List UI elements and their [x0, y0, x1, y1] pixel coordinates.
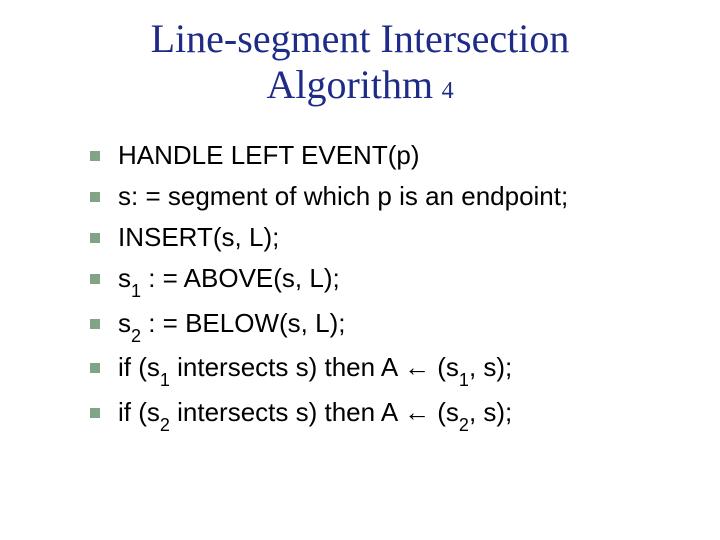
list-item: HANDLE LEFT EVENT(p): [90, 138, 700, 173]
title-line-2-main: Algorithm: [266, 62, 433, 107]
list-item: s1 : = ABOVE(s, L);: [90, 261, 700, 299]
bullet-text: s: = segment of which p is an endpoint;: [118, 179, 568, 214]
subscript: 2: [131, 326, 141, 346]
subscript: 2: [160, 415, 170, 435]
list-item: s2 : = BELOW(s, L);: [90, 306, 700, 344]
text-part: intersects s) then A: [170, 352, 404, 382]
bullet-text: INSERT(s, L);: [118, 220, 279, 255]
list-item: INSERT(s, L);: [90, 220, 700, 255]
text-part: if (s: [118, 397, 160, 427]
title-line-2-sub: 4: [442, 78, 454, 104]
subscript: 1: [160, 370, 170, 390]
title-line-1: Line-segment Intersection: [0, 16, 720, 62]
text-part: : = BELOW(s, L);: [141, 308, 345, 338]
list-item: if (s1 intersects s) then A ← (s1, s);: [90, 350, 700, 388]
text-part: , s);: [469, 397, 512, 427]
bullet-text: s2 : = BELOW(s, L);: [118, 306, 345, 344]
slide-title: Line-segment Intersection Algorithm 4: [0, 0, 720, 108]
text-part: (s: [430, 352, 459, 382]
square-bullet-icon: [90, 192, 100, 202]
bullet-list: HANDLE LEFT EVENT(p) s: = segment of whi…: [0, 108, 720, 433]
text-part: (s: [430, 397, 459, 427]
square-bullet-icon: [90, 274, 100, 284]
square-bullet-icon: [90, 319, 100, 329]
list-item: s: = segment of which p is an endpoint;: [90, 179, 700, 214]
text-part: if (s: [118, 352, 160, 382]
square-bullet-icon: [90, 363, 100, 373]
bullet-text: s1 : = ABOVE(s, L);: [118, 261, 340, 299]
bullet-text: HANDLE LEFT EVENT(p): [118, 138, 419, 173]
left-arrow-icon: ←: [404, 398, 430, 427]
list-item: if (s2 intersects s) then A ← (s2, s);: [90, 395, 700, 433]
text-part: : = ABOVE(s, L);: [141, 263, 340, 293]
left-arrow-icon: ←: [404, 353, 430, 382]
bullet-text: if (s1 intersects s) then A ← (s1, s);: [118, 350, 512, 388]
bullet-text: if (s2 intersects s) then A ← (s2, s);: [118, 395, 512, 433]
text-part: s: [118, 308, 131, 338]
square-bullet-icon: [90, 151, 100, 161]
subscript: 2: [459, 415, 469, 435]
text-part: intersects s) then A: [170, 397, 404, 427]
square-bullet-icon: [90, 408, 100, 418]
subscript: 1: [459, 370, 469, 390]
square-bullet-icon: [90, 233, 100, 243]
text-part: , s);: [469, 352, 512, 382]
subscript: 1: [131, 281, 141, 301]
text-part: s: [118, 263, 131, 293]
